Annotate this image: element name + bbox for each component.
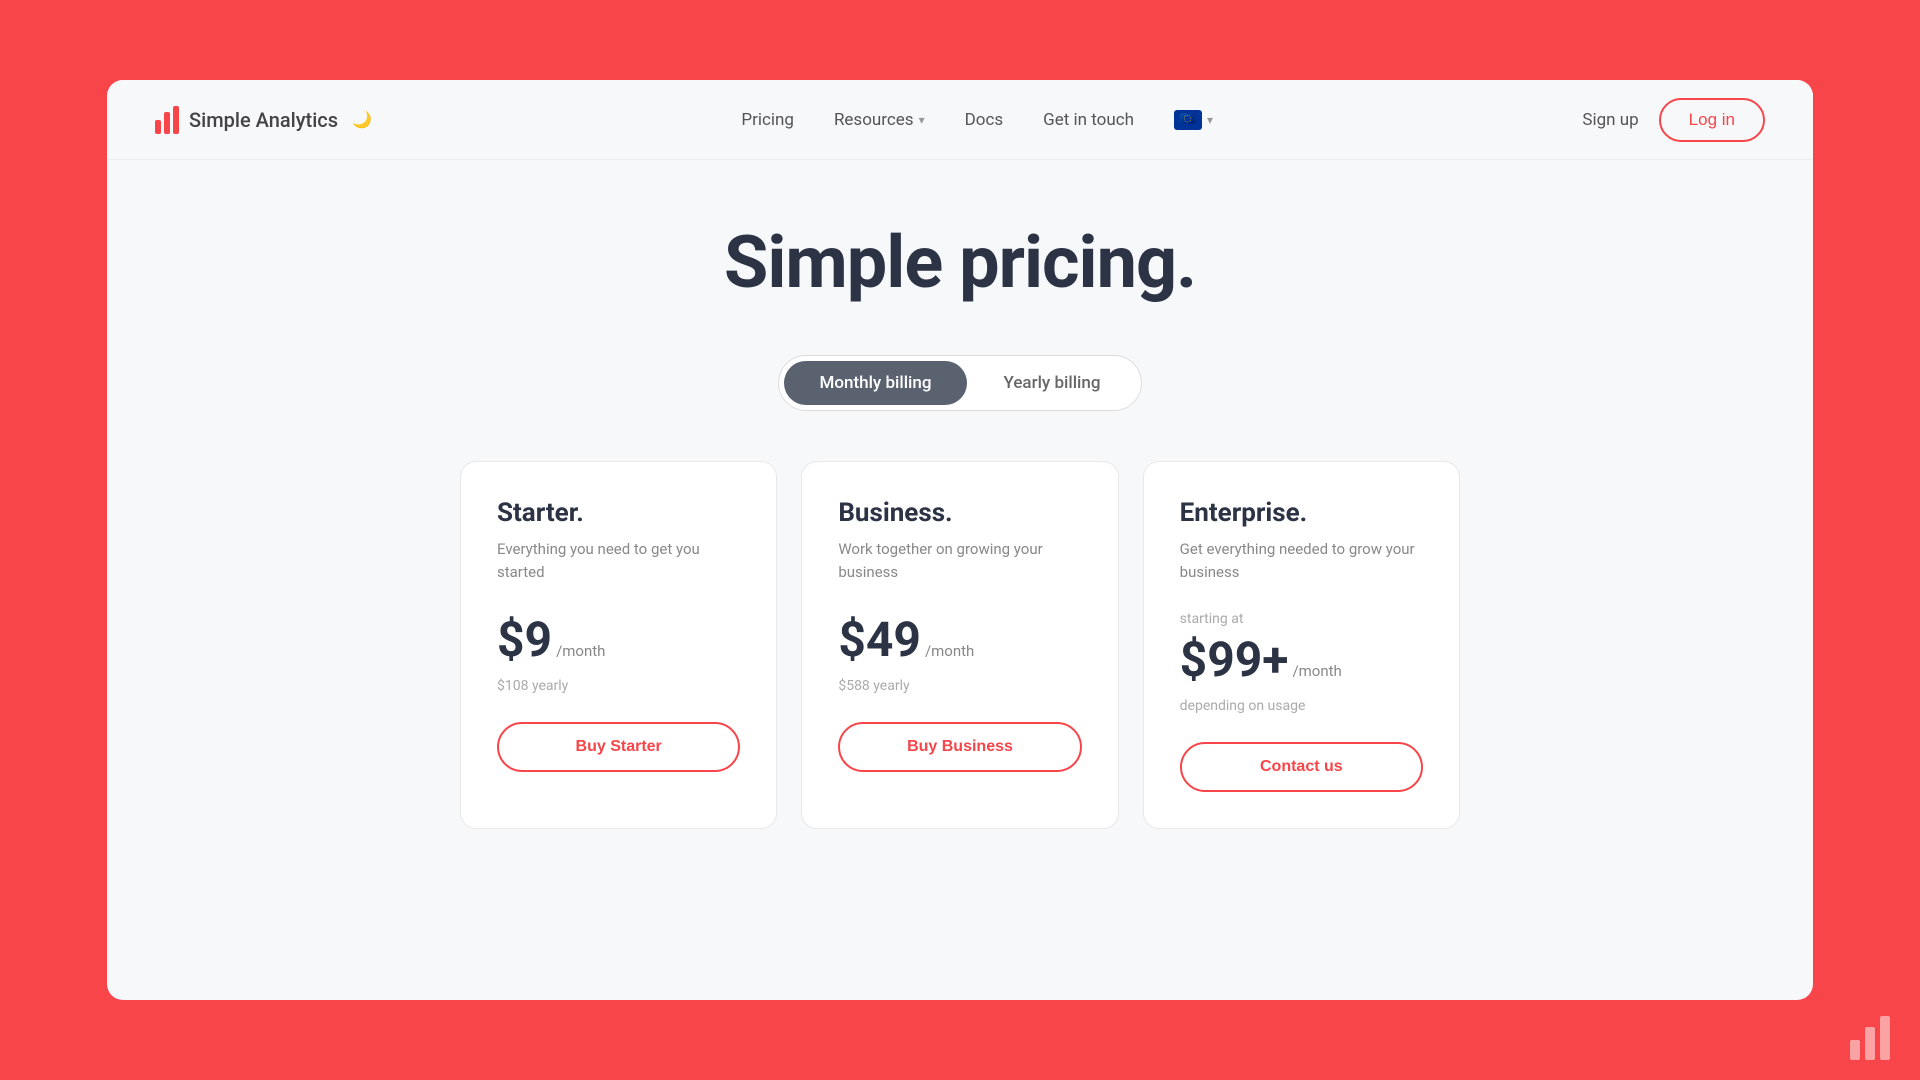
content-area: Simple pricing. Monthly billing Yearly b… (107, 160, 1813, 869)
business-card: Business. Work together on growing your … (801, 461, 1118, 829)
logo-bar-3 (173, 106, 179, 134)
nav-resources[interactable]: Resources ▾ (834, 110, 925, 130)
bg-bar-3 (1880, 1016, 1890, 1060)
log-in-button[interactable]: Log in (1659, 98, 1765, 142)
eu-flag-selector[interactable]: 🇪🇺 ▾ (1174, 110, 1213, 130)
enterprise-starting-at: starting at (1180, 611, 1423, 627)
enterprise-plan-desc: Get everything needed to grow your busin… (1180, 538, 1423, 583)
business-price-main: $49 /month (838, 611, 1081, 668)
yearly-billing-option[interactable]: Yearly billing (967, 361, 1136, 405)
resources-chevron-icon: ▾ (919, 113, 925, 127)
moon-icon: 🌙 (352, 110, 372, 129)
contact-us-button[interactable]: Contact us (1180, 742, 1423, 792)
logo-icon (155, 106, 179, 134)
starter-plan-name: Starter. (497, 498, 740, 528)
billing-toggle[interactable]: Monthly billing Yearly billing (778, 355, 1143, 411)
buy-business-button[interactable]: Buy Business (838, 722, 1081, 772)
starter-price-period: /month (556, 642, 605, 660)
logo-bar-2 (164, 112, 170, 134)
eu-badge-icon: 🇪🇺 (1174, 110, 1202, 130)
nav-pricing[interactable]: Pricing (741, 110, 794, 130)
nav-docs[interactable]: Docs (965, 110, 1004, 130)
logo-bar-1 (155, 120, 161, 134)
enterprise-plan-name: Enterprise. (1180, 498, 1423, 528)
bg-bar-2 (1865, 1027, 1875, 1060)
bg-bar-1 (1850, 1040, 1860, 1060)
business-plan-desc: Work together on growing your business (838, 538, 1081, 583)
eu-chevron-icon: ▾ (1207, 113, 1213, 127)
buy-starter-button[interactable]: Buy Starter (497, 722, 740, 772)
starter-price-main: $9 /month (497, 611, 740, 668)
monthly-billing-option[interactable]: Monthly billing (784, 361, 968, 405)
business-price-area: $49 /month (838, 611, 1081, 668)
pricing-grid: Starter. Everything you need to get you … (460, 461, 1460, 829)
nav-actions: Sign up Log in (1582, 98, 1765, 142)
page-title: Simple pricing. (724, 220, 1196, 305)
enterprise-card: Enterprise. Get everything needed to gro… (1143, 461, 1460, 829)
business-price-period: /month (925, 642, 974, 660)
enterprise-depending-on: depending on usage (1180, 698, 1423, 714)
nav-links: Pricing Resources ▾ Docs Get in touch 🇪🇺… (741, 110, 1213, 130)
starter-plan-desc: Everything you need to get you started (497, 538, 740, 583)
enterprise-price-area: starting at $99+ /month (1180, 611, 1423, 688)
starter-card: Starter. Everything you need to get you … (460, 461, 777, 829)
enterprise-price-main: $99+ /month (1180, 631, 1423, 688)
sign-up-link[interactable]: Sign up (1582, 110, 1638, 130)
logo-text: Simple Analytics (189, 108, 338, 132)
nav-get-in-touch[interactable]: Get in touch (1043, 110, 1134, 130)
starter-price-area: $9 /month (497, 611, 740, 668)
business-plan-name: Business. (838, 498, 1081, 528)
background-decorative-bars (1850, 1016, 1890, 1060)
business-price-yearly: $588 yearly (838, 678, 1081, 694)
starter-price-amount: $9 (497, 611, 552, 668)
starter-price-yearly: $108 yearly (497, 678, 740, 694)
business-price-amount: $49 (838, 611, 921, 668)
navbar: Simple Analytics 🌙 Pricing Resources ▾ D… (107, 80, 1813, 160)
main-window: Simple Analytics 🌙 Pricing Resources ▾ D… (107, 80, 1813, 1000)
enterprise-price-amount: $99+ (1180, 631, 1289, 688)
enterprise-price-period: /month (1292, 662, 1341, 680)
logo-area[interactable]: Simple Analytics 🌙 (155, 106, 372, 134)
